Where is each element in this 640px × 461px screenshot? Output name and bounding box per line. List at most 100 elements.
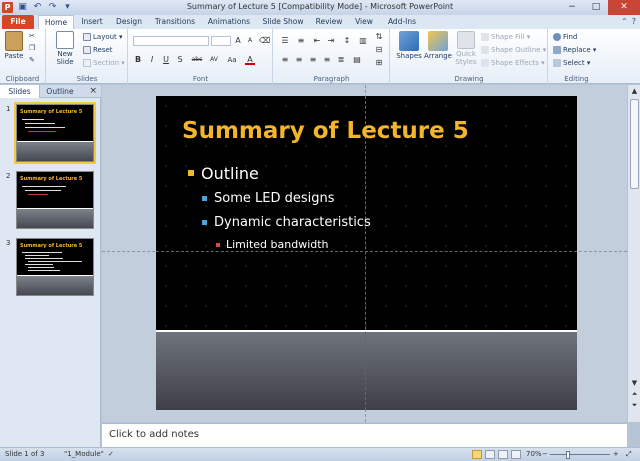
copy-icon[interactable]: ❐ [29, 44, 35, 52]
scroll-thumb[interactable] [630, 99, 639, 189]
font-name-combo[interactable] [133, 36, 209, 46]
italic-button[interactable]: I [147, 55, 157, 65]
scroll-down-icon[interactable]: ▼ [628, 379, 640, 387]
change-case-button[interactable]: Aa [225, 55, 239, 65]
tab-animations[interactable]: Animations [204, 15, 254, 29]
fit-to-window-icon[interactable]: ⤢ [626, 450, 632, 459]
bullet-item[interactable]: Limited bandwidth [216, 238, 329, 251]
scroll-up-icon[interactable]: ▲ [628, 87, 640, 95]
justify-icon[interactable]: ≡ [322, 55, 332, 65]
new-slide-button[interactable]: New Slide [51, 31, 79, 66]
shape-outline-button[interactable]: Shape Outline ▾ [481, 46, 546, 54]
tab-outline[interactable]: Outline [42, 85, 78, 98]
align-right-icon[interactable]: ≡ [308, 55, 318, 65]
decrease-indent-icon[interactable]: ⇤ [312, 36, 322, 46]
zoom-out-icon[interactable]: − [542, 450, 548, 458]
shape-fill-button[interactable]: Shape Fill ▾ [481, 33, 530, 41]
slide-footer-band [156, 330, 577, 410]
tab-home[interactable]: Home [38, 15, 74, 29]
select-icon [553, 59, 561, 67]
clear-format-icon[interactable]: ⌫ [259, 36, 270, 46]
close-panel-icon[interactable]: × [89, 86, 97, 96]
text-direction-icon[interactable]: ⇅ [374, 32, 384, 42]
quick-styles-button[interactable]: Quick Styles [453, 31, 479, 66]
vertical-scrollbar[interactable]: ▲ ▼ ⏶ ⏷ [627, 85, 640, 422]
smartart-icon[interactable]: ⊞ [374, 58, 384, 68]
tab-add-ins[interactable]: Add-Ins [382, 15, 422, 29]
tab-review[interactable]: Review [312, 15, 346, 29]
strikethrough-button[interactable]: abc [189, 55, 205, 65]
layout-button[interactable]: Layout ▾ [83, 33, 123, 41]
font-size-combo[interactable] [211, 36, 231, 46]
align-center-icon[interactable]: ≡ [294, 55, 304, 65]
slide-thumbnail-3[interactable]: Summary of Lecture 5 [16, 238, 94, 296]
underline-button[interactable]: U [161, 55, 171, 65]
find-icon [553, 33, 561, 41]
numbering-icon[interactable]: ≡ [296, 36, 306, 46]
column-icon[interactable]: ▤ [352, 55, 362, 65]
paste-button[interactable]: Paste [3, 31, 25, 60]
find-button[interactable]: Find [553, 33, 577, 41]
shrink-font-icon[interactable]: A [245, 36, 255, 46]
previous-slide-icon[interactable]: ⏶ [628, 390, 640, 399]
shape-effects-button[interactable]: Shape Effects ▾ [481, 59, 545, 67]
format-painter-icon[interactable]: ✎ [29, 56, 35, 64]
next-slide-icon[interactable]: ⏷ [628, 401, 640, 410]
shadow-button[interactable]: S [175, 55, 185, 65]
tab-design[interactable]: Design [112, 15, 146, 29]
current-slide[interactable]: Summary of Lecture 5 Outline Some LED de… [156, 96, 577, 410]
tab-slides[interactable]: Slides [0, 85, 40, 98]
theme-name: "1_Module" [64, 450, 104, 458]
maximize-button[interactable]: □ [584, 0, 608, 15]
char-spacing-button[interactable]: AV [207, 55, 221, 65]
bold-button[interactable]: B [133, 55, 143, 65]
zoom-slider[interactable] [550, 454, 610, 455]
increase-indent-icon[interactable]: ⇥ [326, 36, 336, 46]
new-slide-icon [56, 31, 74, 49]
columns-icon[interactable]: ▥ [358, 36, 368, 46]
tab-view[interactable]: View [350, 15, 378, 29]
zoom-in-icon[interactable]: + [613, 450, 619, 458]
tab-file[interactable]: File [2, 15, 34, 29]
bullet-item[interactable]: Some LED designs [202, 191, 335, 206]
reset-button[interactable]: Reset [83, 46, 113, 54]
font-color-button[interactable]: A [245, 55, 255, 65]
minimize-button[interactable]: − [560, 0, 584, 15]
thumbnail-text-line [25, 264, 53, 265]
minimize-ribbon-icon[interactable]: ⌃ [621, 17, 628, 26]
shape-fill-icon [481, 33, 489, 41]
line-spacing-icon[interactable]: ↕ [342, 36, 352, 46]
thumbnail-text-line [25, 190, 61, 191]
help-icon[interactable]: ? [632, 17, 636, 26]
bullets-icon[interactable]: ☰ [280, 36, 290, 46]
cut-icon[interactable]: ✂ [29, 32, 35, 40]
spell-check-icon[interactable]: ✓ [108, 450, 114, 458]
section-button[interactable]: Section ▾ [83, 59, 125, 67]
distribute-icon[interactable]: ≣ [336, 55, 346, 65]
slide-title[interactable]: Summary of Lecture 5 [182, 118, 469, 144]
zoom-slider-knob[interactable] [566, 451, 570, 459]
notes-pane[interactable]: Click to add notes [102, 423, 627, 447]
reading-view-button[interactable] [498, 450, 508, 459]
align-left-icon[interactable]: ≡ [280, 55, 290, 65]
bullet-item[interactable]: Outline [188, 164, 259, 183]
slide-sorter-view-button[interactable] [485, 450, 495, 459]
replace-button[interactable]: Replace ▾ [553, 46, 596, 54]
arrange-button[interactable]: Arrange [423, 31, 453, 60]
slide-show-view-button[interactable] [511, 450, 521, 459]
slide-thumbnail-1[interactable]: Summary of Lecture 5 [14, 102, 96, 164]
slide-thumbnail-2[interactable]: Summary of Lecture 5 [16, 171, 94, 229]
align-text-icon[interactable]: ⊟ [374, 45, 384, 55]
tab-insert[interactable]: Insert [76, 15, 108, 29]
normal-view-button[interactable] [472, 450, 482, 459]
tab-transitions[interactable]: Transitions [150, 15, 200, 29]
editing-label: Editing [564, 75, 589, 83]
notes-placeholder[interactable]: Click to add notes [109, 429, 199, 440]
zoom-level[interactable]: 70% [526, 450, 542, 458]
bullet-item[interactable]: Dynamic characteristics [202, 215, 371, 230]
close-button[interactable]: ✕ [608, 0, 640, 15]
tab-slide-show[interactable]: Slide Show [258, 15, 308, 29]
select-button[interactable]: Select ▾ [553, 59, 590, 67]
shapes-button[interactable]: Shapes [395, 31, 423, 60]
grow-font-icon[interactable]: A [233, 36, 243, 46]
